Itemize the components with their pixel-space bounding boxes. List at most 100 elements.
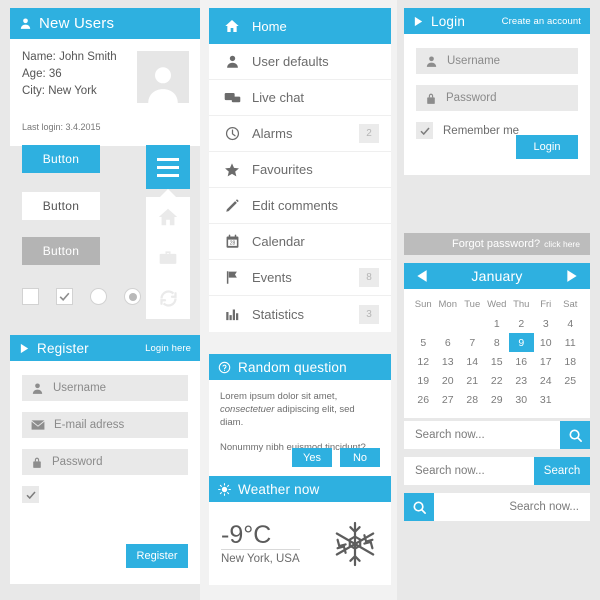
primary-button[interactable]: Button xyxy=(22,145,100,173)
register-terms-checkbox[interactable] xyxy=(22,486,39,503)
avatar xyxy=(137,51,189,103)
calendar-day[interactable]: 6 xyxy=(436,333,461,352)
search-input[interactable]: Search now... xyxy=(404,457,534,485)
secondary-button[interactable]: Button xyxy=(22,192,100,220)
random-question-title: Random question xyxy=(238,359,347,375)
search-bar-text-button: Search now... Search xyxy=(404,457,590,485)
hamburger-bar xyxy=(157,165,179,169)
new-users-title: New Users xyxy=(39,15,115,32)
register-submit-button[interactable]: Register xyxy=(126,544,188,568)
radio-unselected[interactable] xyxy=(90,288,107,305)
menu-item-statistics[interactable]: Statistics 3 xyxy=(209,296,391,332)
calendar-day[interactable]: 13 xyxy=(436,352,461,371)
menu-item-label: Favourites xyxy=(252,162,313,177)
menu-item-edit-comments[interactable]: Edit comments xyxy=(209,188,391,224)
search-icon-button[interactable] xyxy=(404,493,434,521)
question-yes-button[interactable]: Yes xyxy=(292,448,332,467)
login-username-field[interactable]: Username xyxy=(416,48,578,74)
calendar-day[interactable]: 7 xyxy=(460,333,485,352)
register-body: Username E-mail adress Password Register xyxy=(10,361,200,584)
calendar-day[interactable]: 17 xyxy=(534,352,559,371)
calendar-day[interactable]: 5 xyxy=(411,333,436,352)
calendar-day[interactable]: 15 xyxy=(485,352,510,371)
calendar-day[interactable]: 26 xyxy=(411,390,436,409)
calendar-day[interactable]: 10 xyxy=(534,333,559,352)
calendar-week-row: 19 20 21 22 23 24 25 xyxy=(411,371,583,390)
calendar-widget: January Sun Mon Tue Wed Thu Fri Sat 1 2 xyxy=(404,263,590,418)
menu-item-alarms[interactable]: Alarms 2 xyxy=(209,116,391,152)
weather-title: Weather now xyxy=(238,481,320,497)
calendar-day[interactable]: 24 xyxy=(534,371,559,390)
register-username-field[interactable]: Username xyxy=(22,375,188,401)
calendar-day[interactable]: 25 xyxy=(558,371,583,390)
new-users-body: Name: John Smith Age: 36 City: New York … xyxy=(10,39,200,146)
login-password-field[interactable]: Password xyxy=(416,85,578,111)
search-button[interactable]: Search xyxy=(534,457,590,485)
calendar-day[interactable]: 12 xyxy=(411,352,436,371)
calendar-day[interactable]: 3 xyxy=(534,314,559,333)
create-account-link[interactable]: Create an account xyxy=(502,16,581,27)
arrow-left-icon[interactable] xyxy=(415,269,429,283)
register-password-field[interactable]: Password xyxy=(22,449,188,475)
hamburger-bar xyxy=(157,157,179,161)
question-no-button[interactable]: No xyxy=(340,448,380,467)
calendar-weekday: Tue xyxy=(464,299,481,310)
hamburger-menu-button[interactable] xyxy=(146,145,190,189)
calendar-day[interactable]: 28 xyxy=(460,390,485,409)
login-here-link[interactable]: Login here xyxy=(145,343,191,354)
menu-item-events[interactable]: Events 8 xyxy=(209,260,391,296)
register-email-field[interactable]: E-mail adress xyxy=(22,412,188,438)
calendar-weekday-row: Sun Mon Tue Wed Thu Fri Sat xyxy=(411,295,583,314)
checkbox-unchecked[interactable] xyxy=(22,288,39,305)
login-card: Login Create an account Username Passwor… xyxy=(404,8,590,175)
calendar-day[interactable]: 23 xyxy=(509,371,534,390)
forgot-password-link[interactable]: click here xyxy=(544,239,580,249)
flyout-item-briefcase[interactable] xyxy=(146,238,190,279)
weather-card: Weather now -9°C New York, USA xyxy=(209,476,391,585)
weather-location: New York, USA xyxy=(221,548,300,565)
calendar-day[interactable]: 2 xyxy=(509,314,534,333)
random-question-body: Lorem ipsum dolor sit amet, consectetuer… xyxy=(209,380,391,477)
menu-item-live-chat[interactable]: Live chat xyxy=(209,80,391,116)
menu-item-home[interactable]: Home xyxy=(209,8,391,44)
calendar-day[interactable]: 20 xyxy=(436,371,461,390)
calendar-day[interactable]: 8 xyxy=(485,333,510,352)
menu-item-user-defaults[interactable]: User defaults xyxy=(209,44,391,80)
question-paragraph: Lorem ipsum dolor sit amet, consectetuer… xyxy=(220,390,380,429)
calendar-day[interactable]: 4 xyxy=(558,314,583,333)
remember-me-checkbox[interactable] xyxy=(416,122,433,139)
calendar-day-selected[interactable]: 9 xyxy=(509,333,534,352)
flyout-item-home[interactable] xyxy=(146,197,190,238)
calendar-day[interactable]: 19 xyxy=(411,371,436,390)
calendar-week-row: 12 13 14 15 16 17 18 xyxy=(411,352,583,371)
chat-icon xyxy=(221,91,243,105)
calendar-day[interactable]: 1 xyxy=(485,314,510,333)
radio-selected[interactable] xyxy=(124,288,141,305)
login-submit-button[interactable]: Login xyxy=(516,135,578,159)
calendar-day[interactable]: 14 xyxy=(460,352,485,371)
calendar-day[interactable]: 27 xyxy=(436,390,461,409)
calendar-day[interactable]: 11 xyxy=(558,333,583,352)
menu-item-favourites[interactable]: Favourites xyxy=(209,152,391,188)
calendar-day[interactable]: 21 xyxy=(460,371,485,390)
calendar-day[interactable]: 16 xyxy=(509,352,534,371)
menu-item-label: Statistics xyxy=(252,306,305,322)
calendar-day[interactable]: 18 xyxy=(558,352,583,371)
menu-item-badge: 3 xyxy=(359,304,379,324)
hamburger-flyout-panel xyxy=(146,189,190,319)
search-input[interactable]: Search now... xyxy=(404,421,560,449)
search-input[interactable]: Search now... xyxy=(434,493,590,521)
calendar-weekday: Thu xyxy=(513,299,530,310)
arrow-right-icon[interactable] xyxy=(565,269,579,283)
disabled-button[interactable]: Button xyxy=(22,237,100,265)
question-mark-icon xyxy=(218,361,231,374)
calendar-day[interactable]: 22 xyxy=(485,371,510,390)
forgot-password-bar[interactable]: Forgot password? click here xyxy=(404,233,590,255)
checkbox-checked[interactable] xyxy=(56,288,73,305)
menu-item-calendar[interactable]: 28 Calendar xyxy=(209,224,391,260)
calendar-day[interactable]: 30 xyxy=(509,390,534,409)
flyout-item-refresh[interactable] xyxy=(146,278,190,319)
search-icon-button[interactable] xyxy=(560,421,590,449)
calendar-day[interactable]: 29 xyxy=(485,390,510,409)
calendar-day[interactable]: 31 xyxy=(534,390,559,409)
